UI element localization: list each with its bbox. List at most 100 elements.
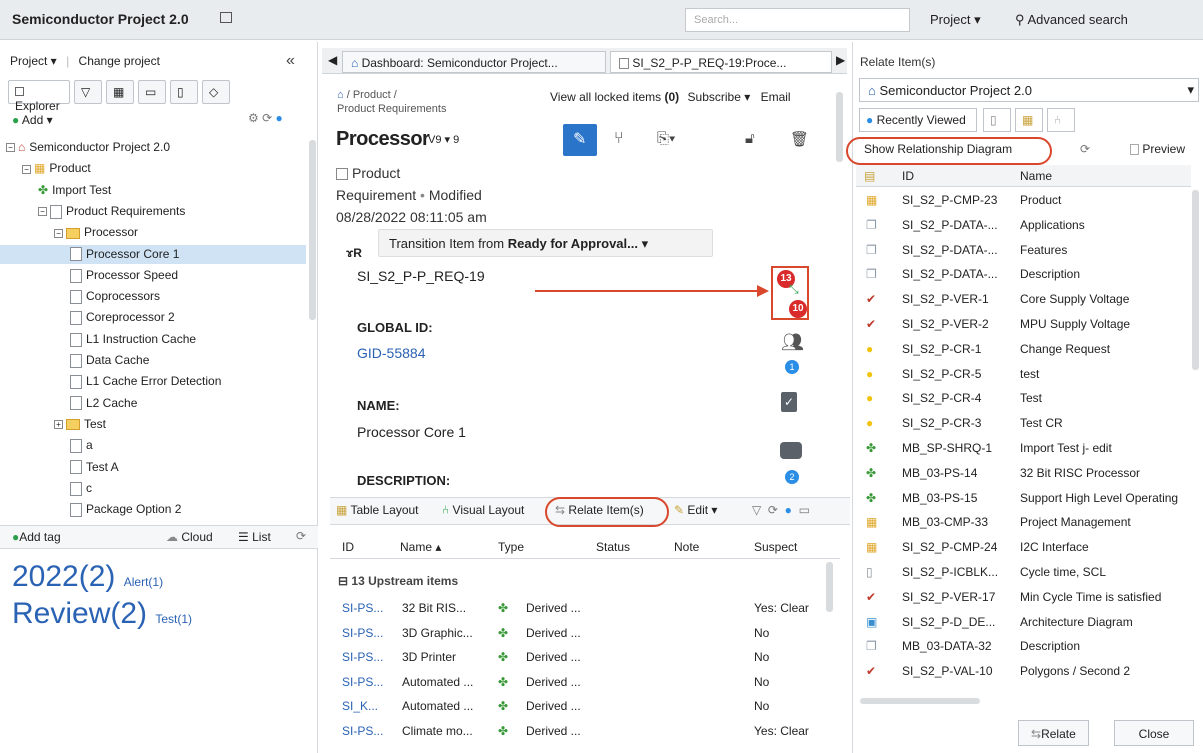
visual-layout-button[interactable]: ⑃ Visual Layout	[442, 503, 524, 517]
add-tag-button[interactable]: ●Add tag	[12, 530, 61, 544]
hierarchy-icon[interactable]: ⑃	[1047, 108, 1075, 132]
relations-scrollbar[interactable]	[826, 562, 833, 612]
tree-scrollbar[interactable]	[309, 140, 316, 320]
upstream-group[interactable]: ⊟ 13 Upstream items	[338, 574, 458, 588]
col-status[interactable]: Status	[596, 540, 630, 554]
edit-button[interactable]: ✎	[563, 124, 597, 156]
relation-id[interactable]: SI-PS...	[342, 645, 383, 669]
window-tab-icon[interactable]: ▭	[138, 80, 166, 104]
table-row[interactable]: SI-PS... 3D Printer Derived ... No ✤	[336, 645, 816, 669]
refresh-icon[interactable]: ⟳	[768, 503, 778, 517]
table-row[interactable]: ✤ MB_03-PS-14 32 Bit RISC Processor	[858, 461, 1190, 486]
collapse-icon[interactable]: −	[54, 228, 63, 238]
table-row[interactable]: SI-PS... 32 Bit RIS... Derived ... Yes: Cle…	[336, 596, 816, 620]
table-row[interactable]: ✤ MB_03-PS-15 Support High Level Operating	[858, 486, 1190, 511]
col-id[interactable]: ID	[342, 540, 354, 554]
table-row[interactable]: SI-PS... Climate mo... Derived ... Yes: Cle…	[336, 719, 816, 743]
tree-item[interactable]: Coprocessors	[70, 287, 160, 306]
relation-id[interactable]: SI-PS...	[342, 719, 383, 743]
table-row[interactable]: ▦ MB_03-CMP-33 Project Management	[858, 510, 1190, 535]
table-row[interactable]: ▣ SI_S2_P-D_DE... Architecture Diagram	[858, 610, 1190, 635]
global-id-value[interactable]: GID-55884	[357, 345, 425, 361]
col-name[interactable]: Name	[1020, 169, 1052, 183]
table-row[interactable]: ▦ SI_S2_P-CMP-24 I2C Interface	[858, 535, 1190, 560]
table-row[interactable]: ✔ SI_S2_P-VER-1 Core Supply Voltage	[858, 287, 1190, 312]
expand-icon[interactable]: +	[54, 420, 63, 430]
show-relationship-diagram-button[interactable]: Show Relationship Diagram	[864, 142, 1012, 156]
col-type[interactable]: Type	[498, 540, 524, 554]
item-scrollbar[interactable]	[836, 92, 843, 162]
table-row[interactable]: ✔ SI_S2_P-VER-2 MPU Supply Voltage	[858, 312, 1190, 337]
col-suspect[interactable]: Suspect	[754, 540, 797, 554]
edit-menu[interactable]: ✎ Edit ▾	[674, 503, 717, 517]
breadcrumb-product[interactable]: / Product /	[347, 89, 397, 101]
tree-item[interactable]: Data Cache	[70, 351, 149, 370]
globe-icon[interactable]: ●	[276, 111, 283, 125]
tree-item[interactable]: L1 Instruction Cache	[70, 330, 196, 349]
tree-item[interactable]: a	[70, 436, 93, 455]
table-row[interactable]: SI-PS... Automated ... Derived ... No ✤	[336, 670, 816, 694]
close-button[interactable]: Close	[1114, 720, 1194, 746]
col-name[interactable]: Name ▴	[400, 540, 441, 554]
relationships-icon[interactable]: ⑂	[614, 130, 624, 148]
refresh-icon[interactable]: ⟳	[262, 111, 272, 125]
email-link[interactable]: Email	[761, 90, 791, 104]
tree-item[interactable]: L2 Cache	[70, 394, 137, 413]
tree-item[interactable]: Package Option 2	[70, 500, 181, 519]
preview-button[interactable]: Preview	[1130, 142, 1185, 156]
table-row[interactable]: ✔ SI_S2_P-VAL-10 Polygons / Second 2	[858, 659, 1190, 684]
relation-id[interactable]: SI-PS...	[342, 670, 383, 694]
table-row[interactable]: ❐ SI_S2_P-DATA-... Description	[858, 262, 1190, 287]
search-input[interactable]: Search...	[685, 8, 910, 32]
collapse-icon[interactable]: −	[22, 164, 31, 174]
relation-id[interactable]: SI-PS...	[342, 621, 383, 645]
document-icon[interactable]: ▯	[170, 80, 198, 104]
table-row[interactable]: ● SI_S2_P-CR-4 Test	[858, 386, 1190, 411]
cloud-view-button[interactable]: ☁ Cloud	[166, 530, 213, 544]
refresh-tags-icon[interactable]: ⟳	[296, 529, 306, 543]
tag-test[interactable]: Test(1)	[155, 612, 192, 626]
project-menu[interactable]: Project ▾	[10, 54, 57, 68]
export-icon[interactable]: ⎘▾	[657, 130, 675, 147]
col-id[interactable]: ID	[902, 169, 914, 183]
calendar-icon[interactable]: ▦	[1015, 108, 1043, 132]
collapse-icon[interactable]: −	[38, 207, 47, 217]
view-locked-items-link[interactable]: View all locked items	[550, 90, 661, 104]
tree-item[interactable]: − Processor	[54, 223, 138, 242]
collapse-icon[interactable]: −	[6, 143, 15, 153]
tag-review[interactable]: Review(2) Test(1)	[12, 597, 192, 631]
globe-icon[interactable]: ●	[785, 503, 792, 517]
relate-h-scrollbar[interactable]	[856, 698, 1196, 706]
tabs-back-arrow[interactable]: ◀	[328, 53, 337, 67]
tree-item[interactable]: − ⌂ Semiconductor Project 2.0	[6, 138, 170, 157]
advanced-search-link[interactable]: ⚲ Advanced search	[1015, 12, 1128, 28]
change-project-link[interactable]: Change project	[79, 54, 160, 68]
relate-button[interactable]: ⇆Relate	[1018, 720, 1089, 746]
explorer-icon[interactable]: ▯	[983, 108, 1011, 132]
tree-item[interactable]: Coreprocessor 2	[70, 308, 175, 327]
table-row[interactable]: ▯ SI_S2_P-ICBLK... Cycle time, SCL	[858, 560, 1190, 585]
scope-select[interactable]: Project ▾	[930, 12, 981, 28]
tree-item[interactable]: L1 Cache Error Detection	[70, 372, 221, 391]
calendar-icon[interactable]: ▦	[106, 80, 134, 104]
relation-id[interactable]: SI-PS...	[342, 596, 383, 620]
hierarchy-icon[interactable]: ⚙	[248, 111, 259, 125]
collapse-panel-button[interactable]: «	[286, 52, 295, 70]
relate-scrollbar[interactable]	[1192, 190, 1199, 370]
window-tab-icon[interactable]: ▭	[799, 503, 810, 517]
relate-items-button[interactable]: ⇆ Relate Item(s)	[555, 503, 644, 517]
subscribe-menu[interactable]: Subscribe ▾	[688, 90, 751, 104]
tab-recently-viewed[interactable]: ● Recently Viewed	[859, 108, 977, 132]
refresh-icon[interactable]: ⟳	[1080, 142, 1090, 156]
table-row[interactable]: ● SI_S2_P-CR-1 Change Request	[858, 337, 1190, 362]
transition-tooltip[interactable]: Transition Item from Ready for Approval.…	[378, 229, 713, 257]
project-select[interactable]: ⌂ Semiconductor Project 2.0 ▾	[859, 78, 1199, 102]
table-row[interactable]: ❐ SI_S2_P-DATA-... Features	[858, 238, 1190, 263]
table-row[interactable]: SI-PS... 3D Graphic... Derived ... No ✤	[336, 621, 816, 645]
people-icon[interactable]: 👥︎	[781, 332, 804, 353]
table-row[interactable]: ✔ SI_S2_P-VER-17 Min Cycle Time is satisfi…	[858, 585, 1190, 610]
tree-item[interactable]: Processor Core 1	[0, 244, 306, 264]
breadcrumb-requirements[interactable]: Product Requirements	[337, 102, 446, 116]
tag-alert[interactable]: Alert(1)	[124, 575, 163, 589]
lock-icon[interactable]: 🔓︎	[745, 130, 755, 147]
